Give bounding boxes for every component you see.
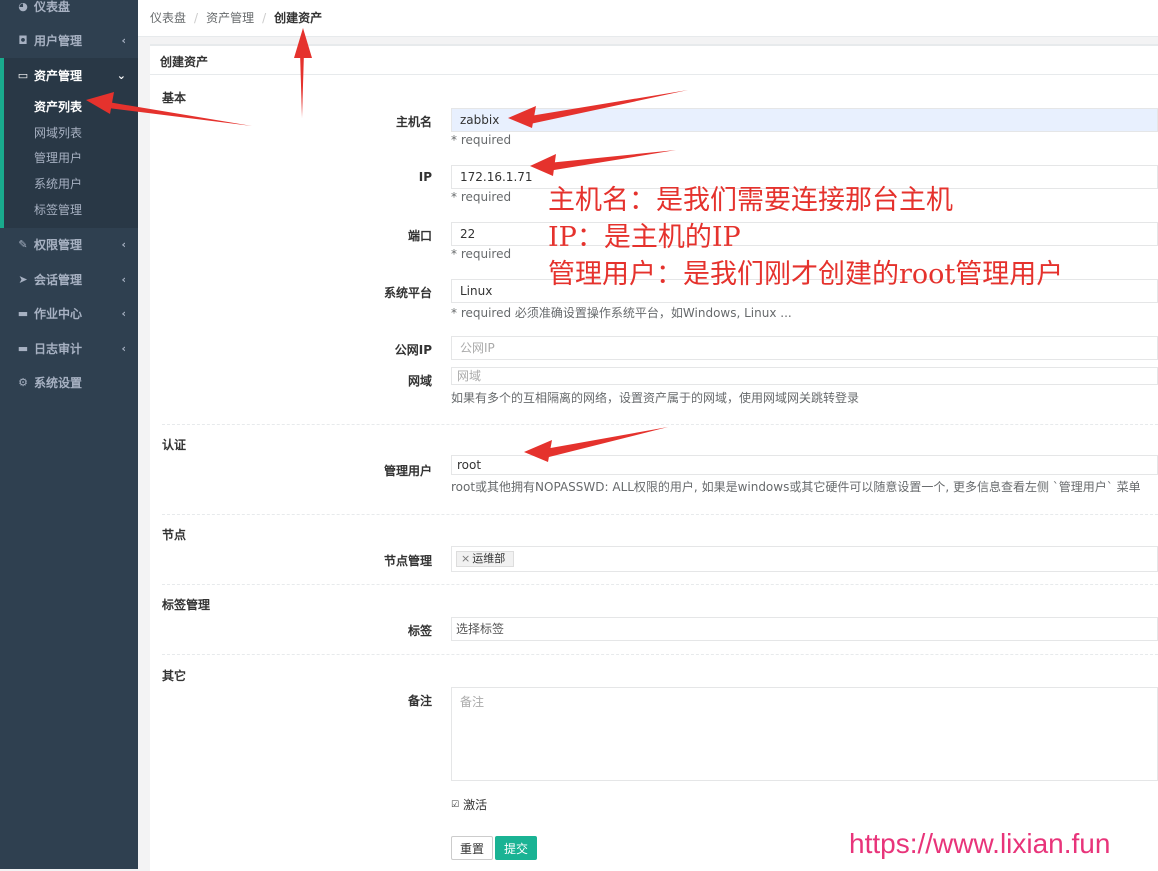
arrow-icon: [508, 106, 536, 128]
arrow-icon: [510, 90, 688, 124]
arrow-icon: [524, 440, 552, 462]
arrow-icon: [300, 52, 304, 118]
arrow-icon: [108, 102, 252, 126]
arrow-icon: [86, 92, 114, 114]
arrow-icon: [530, 154, 556, 176]
arrow-icon: [294, 28, 312, 58]
annotation-arrows: [86, 28, 688, 462]
